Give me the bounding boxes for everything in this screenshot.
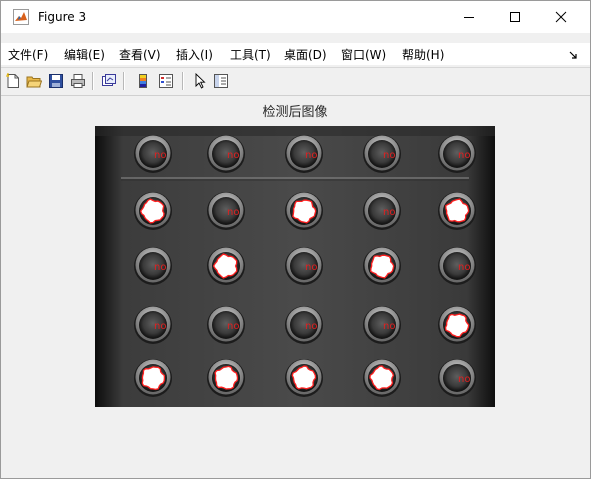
toolbar-separator [92,72,94,90]
menu-help[interactable]: 帮助(H) [402,47,444,63]
plate-edge [95,126,495,136]
well-label: no [458,374,470,385]
toolbar-separator [123,72,125,90]
well-label: no [458,262,470,273]
detection-result-image[interactable]: no no no no no no no no no no no no no no no [95,126,495,407]
colorbar-icon[interactable] [135,73,151,89]
well-plate-image: no no no no no no no no no no no no no no no [95,126,495,407]
new-figure-icon[interactable] [5,73,21,89]
well [207,359,245,397]
well-label: no [305,321,317,332]
well-label: no [154,321,166,332]
matlab-icon [13,9,29,25]
well-label: no [383,150,395,161]
well-label: no [458,150,470,161]
well [363,247,401,285]
well-label: no [227,321,239,332]
well: no [285,135,323,173]
close-icon [555,11,567,23]
menu-bar: 文件(F) 编辑(E) 查看(V) 插入(I) 工具(T) 桌面(D) 窗口(W… [1,43,590,65]
pointer-icon[interactable] [192,72,208,89]
well: no [134,135,172,173]
well: no [285,247,323,285]
well: no [363,192,401,230]
maximize-icon [510,12,520,22]
well [207,247,245,285]
well-label: no [305,150,317,161]
menu-view[interactable]: 查看(V) [119,47,161,63]
well: no [207,306,245,344]
well: no [134,247,172,285]
well [134,192,172,230]
well: no [438,247,476,285]
menu-file[interactable]: 文件(F) [8,47,48,63]
well [438,192,476,230]
save-icon[interactable] [48,73,64,89]
well: no [363,135,401,173]
well: no [207,135,245,173]
dock-arrow-icon[interactable] [569,49,578,63]
well-label: no [154,262,166,273]
print-icon[interactable] [70,73,86,89]
well-label: no [305,262,317,273]
well [438,306,476,344]
menu-desktop[interactable]: 桌面(D) [284,47,327,63]
well [285,192,323,230]
axes-title: 检测后图像 [262,105,328,120]
menu-edit[interactable]: 编辑(E) [64,47,105,63]
well [134,359,172,397]
link-plot-icon[interactable] [101,73,117,89]
toolbar [1,67,590,96]
well-label: no [227,207,239,218]
minimize-button[interactable] [446,1,492,33]
close-button[interactable] [538,1,584,33]
well: no [207,192,245,230]
window-title: Figure 3 [38,10,87,24]
well: no [363,306,401,344]
legend-icon[interactable] [158,73,174,89]
property-inspector-icon[interactable] [213,73,229,89]
well [285,359,323,397]
minimize-icon [464,17,474,18]
figure-window: Figure 3 文件(F) 编辑(E) 查看(V) 插入(I) 工具(T) 桌… [0,0,591,479]
well [363,359,401,397]
toolbar-separator [182,72,184,90]
well: no [285,306,323,344]
title-bar[interactable]: Figure 3 [1,1,590,33]
well-label: no [383,321,395,332]
well: no [438,135,476,173]
well-label: no [227,150,239,161]
well: no [438,359,476,397]
menu-tools[interactable]: 工具(T) [230,47,271,63]
open-file-icon[interactable] [26,73,43,89]
well-label: no [154,150,166,161]
well-label: no [383,207,395,218]
well: no [134,306,172,344]
maximize-button[interactable] [492,1,538,33]
menu-insert[interactable]: 插入(I) [176,47,213,63]
menu-window[interactable]: 窗口(W) [341,47,386,63]
